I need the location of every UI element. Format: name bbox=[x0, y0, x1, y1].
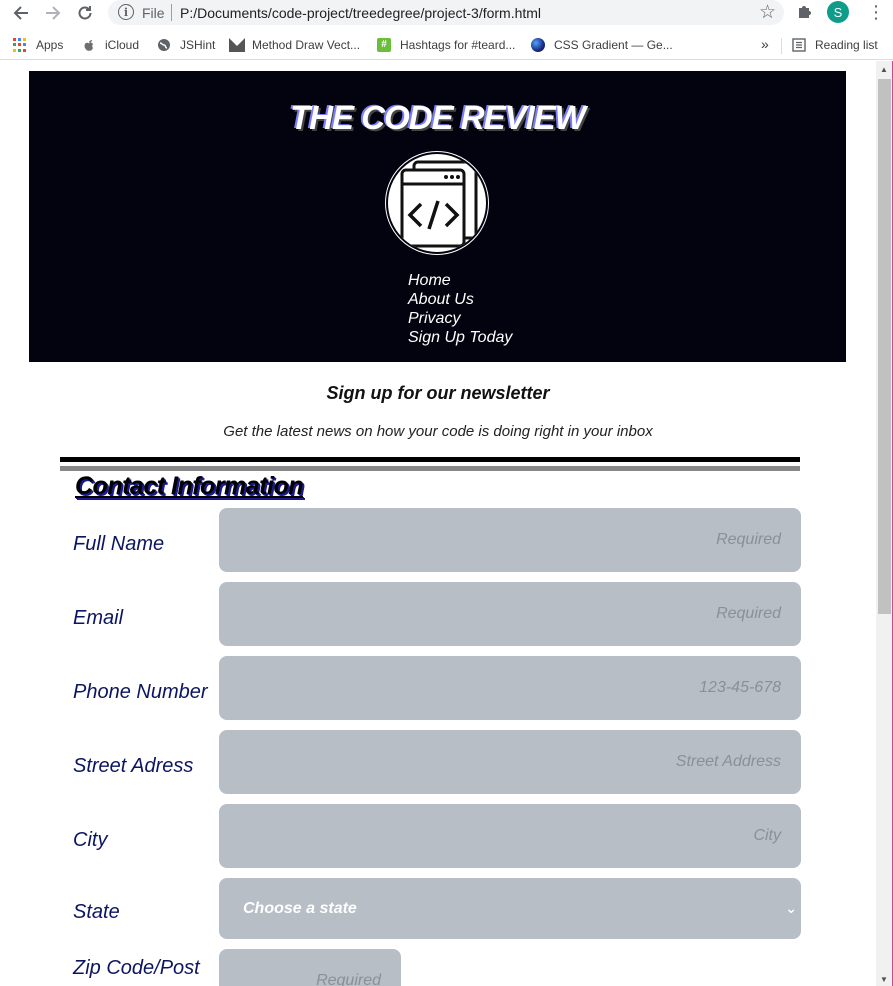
city-input[interactable]: City bbox=[219, 804, 801, 868]
nav-link-about-us[interactable]: About Us bbox=[408, 290, 512, 309]
nav-link-sign-up-today[interactable]: Sign Up Today bbox=[408, 328, 512, 347]
bookmark-label: Apps bbox=[36, 38, 64, 52]
reload-icon[interactable] bbox=[74, 2, 96, 24]
site-title: THE CODE REVIEW bbox=[290, 99, 586, 136]
scroll-up-arrow-icon[interactable]: ▲ bbox=[880, 65, 888, 74]
reading-list-icon bbox=[792, 38, 806, 52]
extensions-puzzle-icon[interactable] bbox=[796, 2, 816, 22]
more-vertical-icon[interactable]: ⋮ bbox=[866, 2, 886, 24]
bookmark-label: JSHint bbox=[180, 38, 216, 52]
city-label: City bbox=[73, 829, 108, 851]
page-viewport: THE CODE REVIEW Home About Us Privacy Si… bbox=[0, 61, 876, 986]
reading-list-button[interactable]: Reading list bbox=[792, 36, 878, 54]
state-select[interactable]: Choose a state ⌄ bbox=[219, 878, 801, 939]
bookmark-method-draw[interactable]: Method Draw Vect... bbox=[229, 36, 360, 54]
bookmark-icloud[interactable]: iCloud bbox=[82, 36, 139, 54]
bookmarks-divider bbox=[781, 38, 782, 54]
url-text[interactable]: P:/Documents/code-project/treedegree/pro… bbox=[180, 5, 541, 21]
bookmarks-overflow-chevron-icon[interactable]: » bbox=[761, 36, 769, 52]
newsletter-subheading: Get the latest news on how your code is … bbox=[223, 423, 653, 440]
bookmark-css-gradient[interactable]: CSS Gradient — Ge... bbox=[531, 36, 673, 54]
full-name-input[interactable]: Required bbox=[219, 508, 801, 572]
nav-link-home[interactable]: Home bbox=[408, 271, 512, 290]
method-draw-icon bbox=[229, 38, 245, 52]
site-header: THE CODE REVIEW Home About Us Privacy Si… bbox=[29, 71, 846, 362]
email-input[interactable]: Required bbox=[219, 582, 801, 646]
bookmark-label: Method Draw Vect... bbox=[252, 38, 361, 52]
reading-list-label: Reading list bbox=[815, 38, 878, 52]
zip-code-label: Zip Code/Post bbox=[73, 957, 200, 979]
street-address-input[interactable]: Street Address bbox=[219, 730, 801, 794]
file-scheme-label: File bbox=[142, 5, 165, 21]
state-label: State bbox=[73, 901, 120, 923]
forward-arrow-icon[interactable] bbox=[42, 2, 64, 24]
address-bar[interactable]: i File P:/Documents/code-project/treedeg… bbox=[108, 0, 784, 25]
apple-icon bbox=[82, 38, 96, 52]
code-window-logo-icon bbox=[385, 151, 489, 255]
bookmark-apps[interactable]: Apps bbox=[13, 36, 63, 54]
info-icon[interactable]: i bbox=[118, 4, 134, 20]
bookmark-label: iCloud bbox=[105, 38, 140, 52]
email-label: Email bbox=[73, 607, 124, 629]
phone-number-input[interactable]: 123-45-678 bbox=[219, 656, 801, 720]
zip-code-input[interactable]: Required bbox=[219, 949, 401, 986]
bookmark-hashtags[interactable]: # Hashtags for #teard... bbox=[377, 36, 515, 54]
newsletter-heading: Sign up for our newsletter bbox=[326, 383, 550, 403]
state-select-value: Choose a state bbox=[243, 900, 357, 917]
css-gradient-icon bbox=[531, 38, 545, 52]
globe-icon bbox=[157, 38, 171, 52]
chevron-down-icon: ⌄ bbox=[785, 900, 797, 916]
scrollbar-thumb[interactable] bbox=[878, 79, 891, 614]
back-arrow-icon[interactable] bbox=[10, 2, 32, 24]
bookmark-jshint[interactable]: JSHint bbox=[157, 36, 215, 54]
hashtag-icon: # bbox=[377, 38, 391, 52]
bookmark-label: Hashtags for #teard... bbox=[400, 38, 516, 52]
apps-grid-icon bbox=[13, 38, 27, 52]
street-address-label: Street Adress bbox=[73, 755, 194, 777]
scroll-down-arrow-icon[interactable]: ▼ bbox=[880, 975, 888, 984]
site-nav: Home About Us Privacy Sign Up Today bbox=[408, 271, 512, 347]
divider-black bbox=[60, 457, 800, 462]
omnibox-divider bbox=[171, 4, 172, 21]
phone-number-label: Phone Number bbox=[73, 681, 208, 703]
profile-avatar[interactable]: S bbox=[827, 1, 849, 23]
contact-section-title: Contact Information bbox=[75, 472, 304, 500]
bookmarks-bar: Apps iCloud JSHint Method Draw Vect... #… bbox=[0, 30, 893, 60]
full-name-label: Full Name bbox=[73, 533, 165, 555]
nav-link-privacy[interactable]: Privacy bbox=[408, 309, 512, 328]
bookmark-label: CSS Gradient — Ge... bbox=[554, 38, 673, 52]
vertical-scrollbar[interactable]: ▲ ▼ bbox=[876, 61, 893, 986]
browser-toolbar: i File P:/Documents/code-project/treedeg… bbox=[0, 0, 893, 26]
bookmark-star-icon[interactable]: ☆ bbox=[759, 1, 776, 24]
divider-gray bbox=[60, 466, 800, 471]
